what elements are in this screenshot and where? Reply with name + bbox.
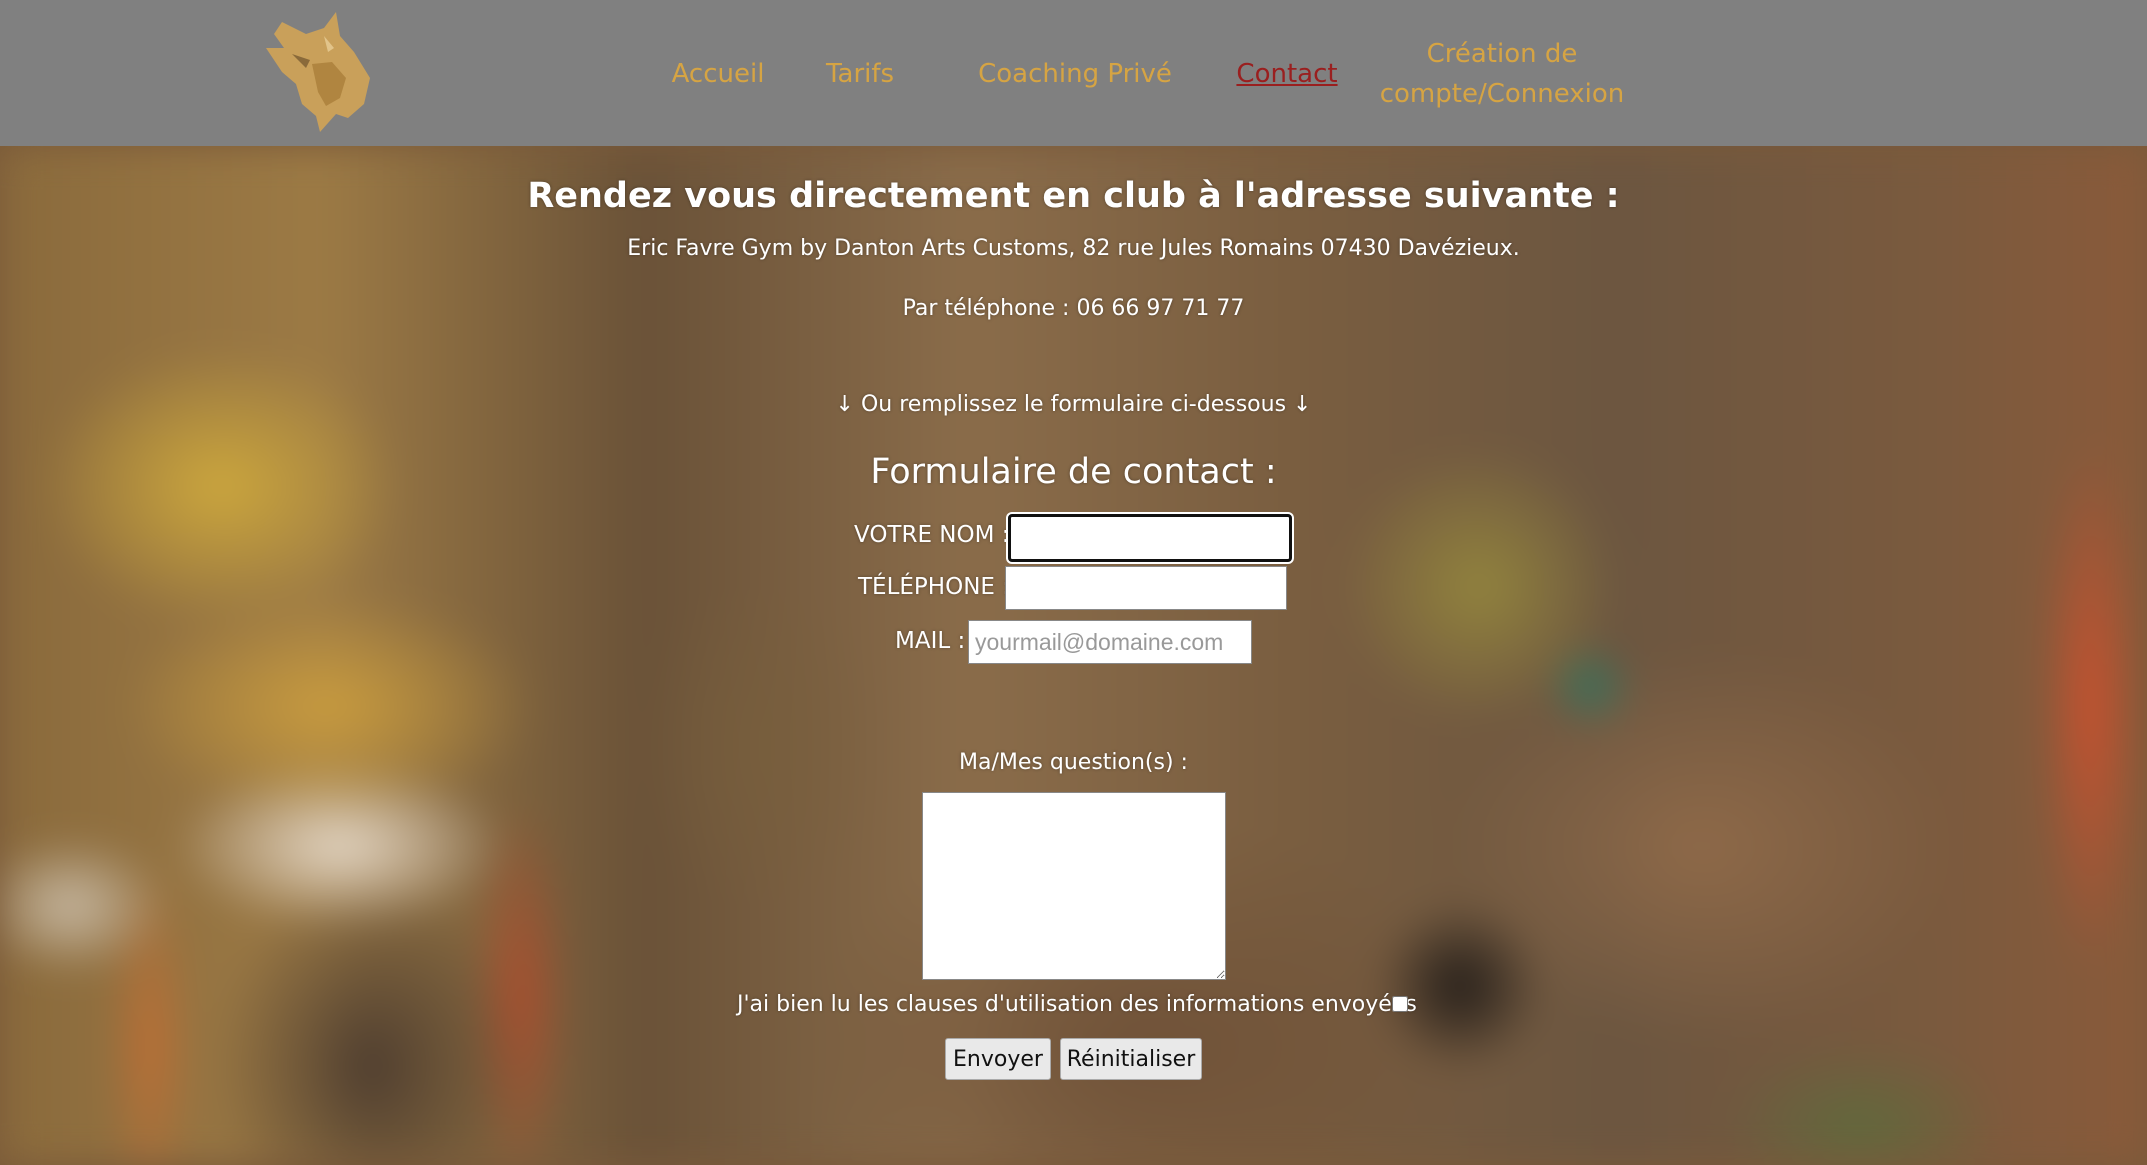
address-heading: Rendez vous directement en club à l'adre… bbox=[527, 176, 1620, 216]
top-navigation-bar: Accueil Tarifs Coaching Privé Contact Cr… bbox=[0, 0, 2147, 146]
phone-label: TÉLÉPHONE : bbox=[858, 574, 1010, 600]
lynx-head-icon[interactable] bbox=[262, 8, 374, 136]
name-label: VOTRE NOM : bbox=[854, 522, 1010, 548]
club-address: Eric Favre Gym by Danton Arts Customs, 8… bbox=[627, 236, 1520, 261]
name-input[interactable] bbox=[1008, 514, 1292, 562]
phone-input[interactable] bbox=[1005, 566, 1287, 610]
nav-coaching-prive[interactable]: Coaching Privé bbox=[960, 54, 1190, 94]
nav-accueil[interactable]: Accueil bbox=[650, 54, 786, 94]
phone-line: Par téléphone : 06 66 97 71 77 bbox=[902, 296, 1245, 321]
consent-label: J'ai bien lu les clauses d'utilisation d… bbox=[737, 992, 1417, 1017]
nav-contact[interactable]: Contact bbox=[1220, 54, 1354, 94]
consent-checkbox[interactable] bbox=[1392, 996, 1408, 1012]
nav-tarifs[interactable]: Tarifs bbox=[810, 54, 910, 94]
submit-button[interactable]: Envoyer bbox=[945, 1038, 1051, 1080]
mail-label: MAIL : bbox=[895, 628, 966, 654]
mail-input[interactable] bbox=[968, 620, 1252, 664]
form-hint: ↓ Ou remplissez le formulaire ci-dessous… bbox=[835, 392, 1312, 417]
question-textarea[interactable] bbox=[922, 792, 1226, 980]
reset-button[interactable]: Réinitialiser bbox=[1060, 1038, 1202, 1080]
question-label: Ma/Mes question(s) : bbox=[959, 750, 1188, 775]
nav-creation-compte[interactable]: Création de compte/Connexion bbox=[1370, 34, 1634, 114]
form-title: Formulaire de contact : bbox=[870, 452, 1277, 492]
